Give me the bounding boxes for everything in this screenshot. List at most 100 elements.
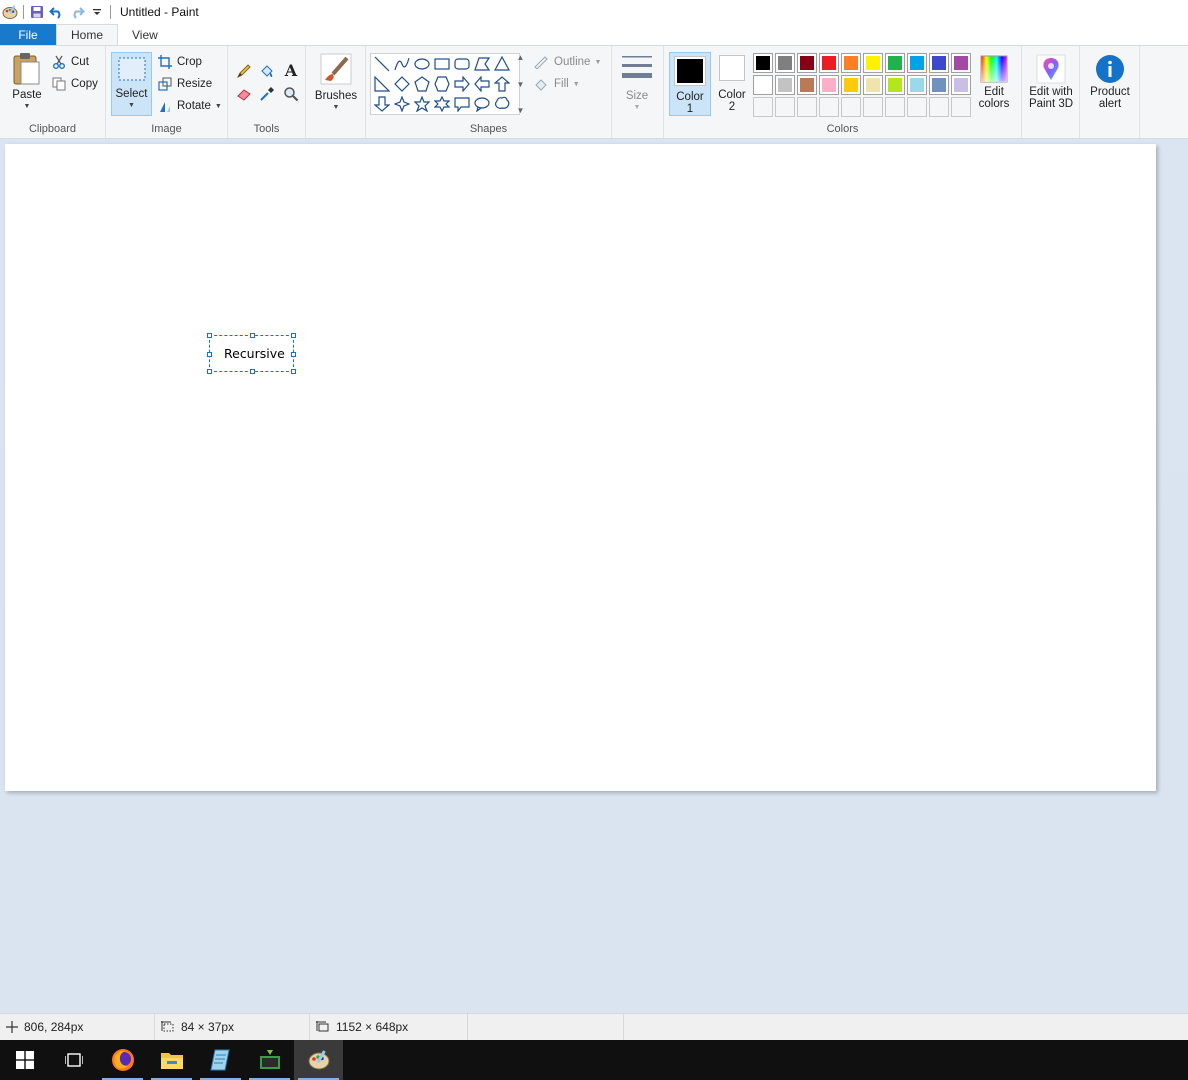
custom-color-slot[interactable] (797, 97, 817, 117)
custom-color-slot[interactable] (885, 97, 905, 117)
color-swatch[interactable] (797, 53, 817, 73)
custom-color-slot[interactable] (863, 97, 883, 117)
color-swatch[interactable] (885, 75, 905, 95)
customize-quick-access-icon[interactable] (87, 2, 107, 22)
product-alert-button[interactable]: Product alert (1085, 54, 1135, 110)
custom-color-slot[interactable] (841, 97, 861, 117)
hexagon-shape-icon[interactable] (433, 75, 451, 93)
text-selection-box[interactable]: Recursive (207, 333, 296, 374)
shapes-scroll[interactable]: ▲ ▼ ▼ (514, 53, 527, 115)
line-shape-icon[interactable] (373, 55, 391, 73)
oval-callout-shape-icon[interactable] (473, 95, 491, 113)
resize-handle[interactable] (250, 369, 255, 374)
color-swatch[interactable] (907, 75, 927, 95)
task-view-icon[interactable] (49, 1040, 98, 1080)
start-icon[interactable] (0, 1040, 49, 1080)
color-picker-icon[interactable] (257, 84, 277, 104)
custom-color-slot[interactable] (907, 97, 927, 117)
scroll-up-icon[interactable]: ▲ (517, 53, 525, 62)
resize-handle[interactable] (291, 352, 296, 357)
firefox-icon[interactable] (98, 1040, 147, 1080)
left-arrow-shape-icon[interactable] (473, 75, 491, 93)
rectangle-shape-icon[interactable] (433, 55, 451, 73)
six-point-star-shape-icon[interactable] (433, 95, 451, 113)
expand-gallery-icon[interactable]: ▼ (517, 106, 525, 115)
undo-icon[interactable] (47, 2, 67, 22)
custom-color-slot[interactable] (929, 97, 949, 117)
color-swatch[interactable] (819, 75, 839, 95)
right-arrow-shape-icon[interactable] (453, 75, 471, 93)
color-swatch[interactable] (863, 53, 883, 73)
color1-button[interactable]: Color 1 (669, 52, 711, 116)
color-swatch[interactable] (797, 75, 817, 95)
copy-button[interactable]: Copy (52, 74, 98, 94)
resize-button[interactable]: Resize (158, 74, 212, 94)
app-icon[interactable] (245, 1040, 294, 1080)
custom-color-slot[interactable] (753, 97, 773, 117)
custom-color-slot[interactable] (819, 97, 839, 117)
paint-app-icon[interactable] (0, 2, 20, 22)
resize-handle[interactable] (291, 333, 296, 338)
scroll-down-icon[interactable]: ▼ (517, 80, 525, 89)
color-swatch[interactable] (929, 53, 949, 73)
down-arrow-shape-icon[interactable] (373, 95, 391, 113)
resize-handle[interactable] (207, 352, 212, 357)
edit-with-paint3d-button[interactable]: Edit with Paint 3D (1026, 54, 1076, 110)
drawing-canvas[interactable]: Recursive (5, 144, 1156, 791)
color-swatch[interactable] (775, 75, 795, 95)
triangle-shape-icon[interactable] (493, 55, 511, 73)
curve-shape-icon[interactable] (393, 55, 411, 73)
five-point-star-shape-icon[interactable] (413, 95, 431, 113)
size-button[interactable]: Size ▼ (619, 54, 655, 114)
color-swatch[interactable] (841, 75, 861, 95)
color-swatch[interactable] (819, 53, 839, 73)
pentagon-shape-icon[interactable] (413, 75, 431, 93)
color-swatch[interactable] (907, 53, 927, 73)
resize-handle[interactable] (207, 333, 212, 338)
cloud-callout-shape-icon[interactable] (493, 95, 511, 113)
redo-icon[interactable] (67, 2, 87, 22)
fill-button[interactable]: Fill ▼ (533, 74, 580, 94)
custom-color-slot[interactable] (951, 97, 971, 117)
polygon-shape-icon[interactable] (473, 55, 491, 73)
cut-button[interactable]: Cut (52, 52, 89, 72)
outline-button[interactable]: Outline ▼ (533, 52, 601, 72)
color2-button[interactable]: Color 2 (715, 55, 749, 113)
crop-button[interactable]: Crop (158, 52, 202, 72)
tab-view[interactable]: View (118, 24, 172, 45)
eraser-icon[interactable] (234, 84, 254, 104)
custom-color-slot[interactable] (775, 97, 795, 117)
notepad-icon[interactable] (196, 1040, 245, 1080)
color-swatch[interactable] (775, 53, 795, 73)
color-swatch[interactable] (951, 75, 971, 95)
file-explorer-icon[interactable] (147, 1040, 196, 1080)
color-swatch[interactable] (841, 53, 861, 73)
right-triangle-shape-icon[interactable] (373, 75, 391, 93)
select-button[interactable]: Select ▼ (111, 52, 152, 116)
brushes-button[interactable]: Brushes ▼ (312, 52, 360, 114)
text-tool-icon[interactable]: A (281, 60, 301, 80)
four-point-star-shape-icon[interactable] (393, 95, 411, 113)
color-swatch[interactable] (863, 75, 883, 95)
fill-bucket-icon[interactable] (257, 61, 277, 81)
resize-handle[interactable] (250, 333, 255, 338)
color-swatch[interactable] (929, 75, 949, 95)
rectangular-callout-shape-icon[interactable] (453, 95, 471, 113)
canvas-text[interactable]: Recursive (224, 346, 285, 361)
color-swatch[interactable] (753, 53, 773, 73)
tab-home[interactable]: Home (56, 24, 119, 45)
edit-colors-button[interactable]: Edit colors (974, 54, 1014, 110)
paint-icon[interactable] (294, 1040, 343, 1080)
magnifier-icon[interactable] (281, 84, 301, 104)
resize-handle[interactable] (207, 369, 212, 374)
oval-shape-icon[interactable] (413, 55, 431, 73)
color-swatch[interactable] (885, 53, 905, 73)
color-swatch[interactable] (753, 75, 773, 95)
rounded-rectangle-shape-icon[interactable] (453, 55, 471, 73)
rotate-button[interactable]: Rotate ▼ (158, 96, 222, 116)
save-icon[interactable] (27, 2, 47, 22)
up-arrow-shape-icon[interactable] (493, 75, 511, 93)
paste-button[interactable]: Paste ▼ (8, 52, 46, 113)
diamond-shape-icon[interactable] (393, 75, 411, 93)
pencil-icon[interactable] (234, 61, 254, 81)
